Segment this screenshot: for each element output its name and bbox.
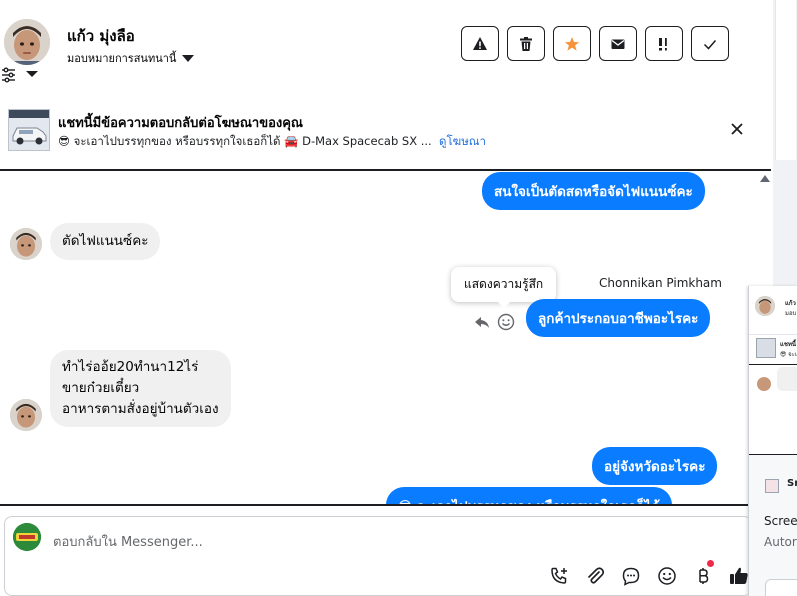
reply-input[interactable]: ตอบกลับใน Messenger... (53, 531, 203, 552)
ad-thumbnail[interactable] (8, 109, 50, 151)
report-spam-button[interactable] (461, 26, 499, 61)
preview-name: แก้ว (785, 300, 796, 307)
chevron-down-icon (182, 54, 195, 62)
ad-banner-subtitle: 😎 จะเอาไปบรรทุกของ หรือบรรทุกใจเธอก็ได้ … (58, 133, 486, 151)
like-icon (730, 567, 748, 584)
message-line: ทำไร่ออ้ย20ทำนา12ไร่ (62, 359, 199, 375)
assign-label: มอบหมายการสนทนานี้ (67, 52, 177, 65)
preview-ad-title: แชทนี้ (780, 341, 796, 348)
view-ad-link[interactable]: ดูโฆษณา (439, 134, 486, 148)
preview-avatar (755, 296, 775, 316)
warning-icon (473, 36, 487, 50)
page-avatar (13, 523, 41, 551)
contact-name[interactable]: แก้ว มุ่งลือ (67, 24, 135, 48)
composer-toolbar (547, 564, 751, 588)
important-icon (659, 37, 667, 50)
follow-up-button[interactable] (645, 26, 683, 61)
trash-icon (520, 36, 532, 51)
contact-avatar-small (10, 228, 42, 260)
preview-header: แก้ว มอบ (749, 286, 797, 335)
emoji-button[interactable] (655, 564, 679, 588)
ad-text: 😎 จะเอาไปบรรทุกของ หรือบรรทุกใจเธอก็ได้ … (58, 134, 432, 148)
scroll-up-arrow-icon[interactable] (760, 175, 770, 182)
filter-settings-button[interactable] (1, 66, 41, 84)
assign-dropdown[interactable]: มอบหมายการสนทนานี้ (67, 49, 195, 67)
preview-ad-thumb (756, 338, 776, 358)
snipping-tool-icon (765, 479, 779, 493)
preview-chat-bubble (777, 367, 797, 391)
message-thread[interactable]: สนใจเป็นตัดสดหรือจัดไฟแนนซ์คะ ตัดไฟแนนซ์… (0, 169, 771, 506)
autosave-label: Autor (764, 535, 797, 549)
saved-reply-button[interactable] (619, 564, 643, 588)
preview-chat (749, 364, 797, 455)
notification-dot (707, 560, 714, 567)
emoji-icon (658, 567, 676, 585)
message-outgoing[interactable]: สนใจเป็นตัดสดหรือจัดไฟแนนซ์คะ (482, 172, 705, 210)
payment-button[interactable] (691, 564, 715, 588)
star-icon (564, 36, 580, 51)
baht-icon (699, 568, 709, 584)
screenshot-label: Scree (764, 514, 797, 528)
call-add-icon (551, 567, 567, 584)
sender-name: Chonnikan Pimkham (599, 276, 722, 290)
message-incoming-multiline[interactable]: ทำไร่ออ้ย20ทำนา12ไร่ ขายก๋วยเตี๋ยว อาหาร… (50, 350, 231, 427)
conversation-panel: แก้ว มุ่งลือ มอบหมายการสนทนานี้ แชทนี้มี… (0, 0, 773, 596)
preview-ad-text: 😎 จะเ (780, 351, 797, 358)
envelope-icon (611, 39, 625, 49)
message-outgoing[interactable]: ลูกค้าประกอบอาชีพอะไรคะ (526, 299, 711, 337)
ad-banner-title: แชทนี้มีข้อความตอบกลับต่อโฆษณาของคุณ (58, 116, 303, 131)
contact-avatar-small (10, 399, 42, 431)
saved-reply-icon (622, 567, 640, 586)
mark-done-button[interactable] (691, 26, 729, 61)
contact-avatar[interactable] (4, 19, 50, 65)
react-tooltip: แสดงความรู้สึก (451, 267, 557, 308)
call-add-button[interactable] (547, 564, 571, 588)
star-button[interactable] (553, 26, 591, 61)
message-line: อาหารตามสั่งอยู่บ้านตัวเอง (62, 401, 219, 417)
check-icon (703, 39, 717, 50)
message-line: ขายก๋วยเตี๋ยว (62, 380, 140, 396)
conversation-header: แก้ว มุ่งลือ มอบหมายการสนทนานี้ (0, 0, 773, 91)
react-emoji-icon[interactable] (497, 313, 515, 331)
snipping-tool-label: Sn (787, 478, 797, 489)
close-banner-button[interactable] (728, 120, 746, 138)
message-outgoing[interactable]: 😎 จะเอาไปบรรทุกของ หรือบรรทุกใจเธอก็ได้ (386, 487, 672, 504)
preview-chat-avatar (757, 377, 771, 391)
mark-unread-button[interactable] (599, 26, 637, 61)
scrollbar-thumb[interactable] (775, 0, 796, 160)
reply-icon[interactable] (473, 313, 491, 331)
attach-button[interactable] (583, 564, 607, 588)
sliders-icon (2, 67, 38, 83)
message-incoming[interactable]: ตัดไฟแนนซ์คะ (50, 223, 161, 260)
preview-ad-row: แชทนี้ 😎 จะเ (749, 334, 797, 362)
message-outgoing[interactable]: อยู่จังหวัดอะไรคะ (592, 447, 718, 485)
screenshot-preview-popup[interactable]: แก้ว มอบ แชทนี้ 😎 จะเ (748, 286, 797, 596)
delete-button[interactable] (507, 26, 545, 61)
close-icon (731, 123, 743, 135)
conversation-actions (461, 26, 729, 61)
attach-icon (588, 567, 605, 584)
preview-assign: มอบ (785, 310, 797, 317)
preview-action-button[interactable] (765, 579, 797, 596)
